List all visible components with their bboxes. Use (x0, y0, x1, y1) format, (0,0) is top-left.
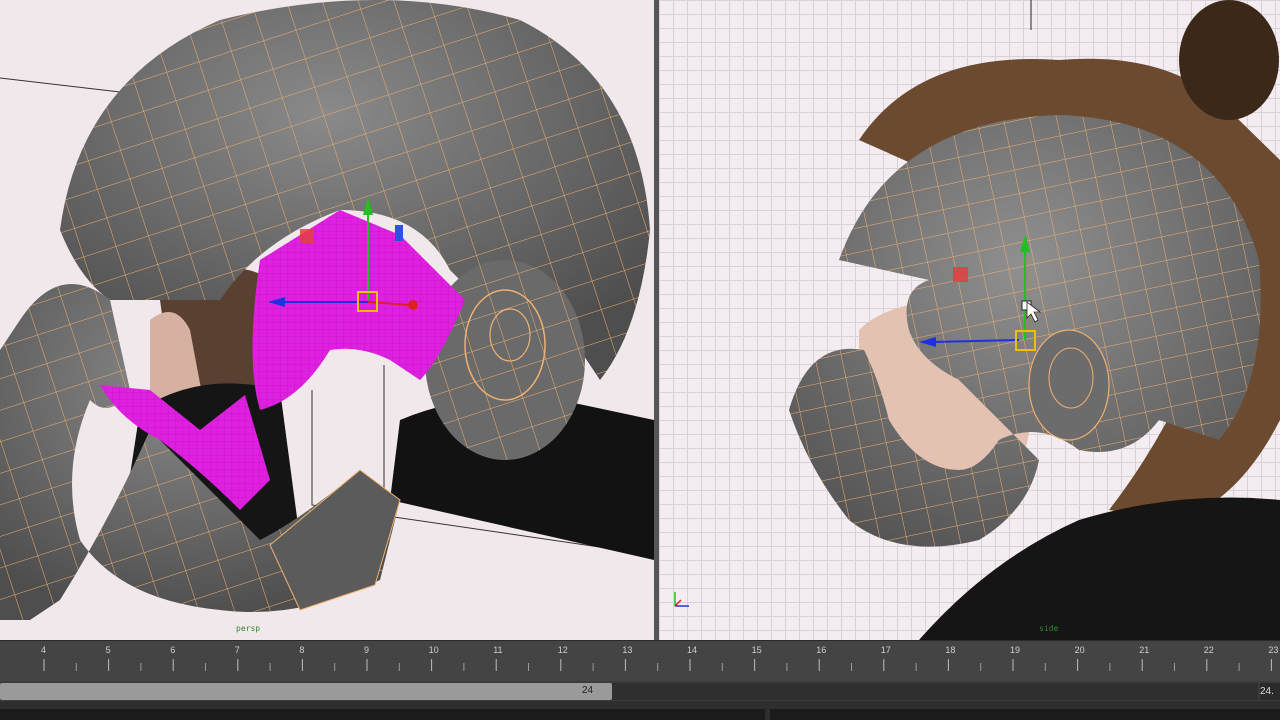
timeline-frame-label: 9 (364, 645, 370, 655)
timeline-frame-label: 4 (41, 645, 47, 655)
camera-label: persp (236, 624, 261, 633)
playback-end-label: 24 (582, 685, 594, 696)
timeline-frame-label: 18 (945, 645, 956, 655)
timeline-frame-label: 19 (1010, 645, 1021, 655)
timeline-frame-label: 8 (299, 645, 305, 655)
timeline-frame-label: 17 (880, 645, 891, 655)
timeline-frame-label: 23 (1268, 645, 1279, 655)
timeline-frame-label: 11 (493, 645, 503, 655)
command-line-strip (0, 701, 1280, 720)
timeline-frame-label: 12 (557, 645, 568, 655)
camera-label: side (1039, 624, 1059, 633)
timeline-frame-label: 16 (816, 645, 827, 655)
head-model-side[interactable] (659, 0, 1280, 640)
timeline-frame-label: 7 (234, 645, 240, 655)
range-slider[interactable]: 24 24. (0, 681, 1280, 701)
timeline-frame-label: 5 (105, 645, 111, 655)
timeline-frame-label: 21 (1139, 645, 1150, 655)
time-slider[interactable]: 4 5 6 7 8 9 10 11 12 13 14 15 16 17 18 19 20 21 22 23 (0, 640, 1280, 681)
timeline-frame-label: 15 (751, 645, 762, 655)
range-slider-handle[interactable] (0, 683, 612, 700)
axis-orientation-icon (674, 592, 689, 607)
side-viewport[interactable]: side (659, 0, 1280, 640)
head-model-perspective[interactable] (0, 0, 654, 640)
timeline-frame-label: 13 (622, 645, 633, 655)
range-slider-track[interactable] (612, 683, 1258, 700)
timeline-frame-label: 6 (170, 645, 176, 655)
perspective-viewport[interactable]: persp (0, 0, 654, 640)
timeline-frame-label: 14 (687, 645, 698, 655)
timeline-frame-label: 10 (428, 645, 439, 655)
timeline-ticks (43, 659, 1272, 671)
timeline-frame-label: 22 (1203, 645, 1214, 655)
animation-end-field[interactable]: 24. (1260, 683, 1280, 700)
timeline-frame-label: 20 (1074, 645, 1085, 655)
